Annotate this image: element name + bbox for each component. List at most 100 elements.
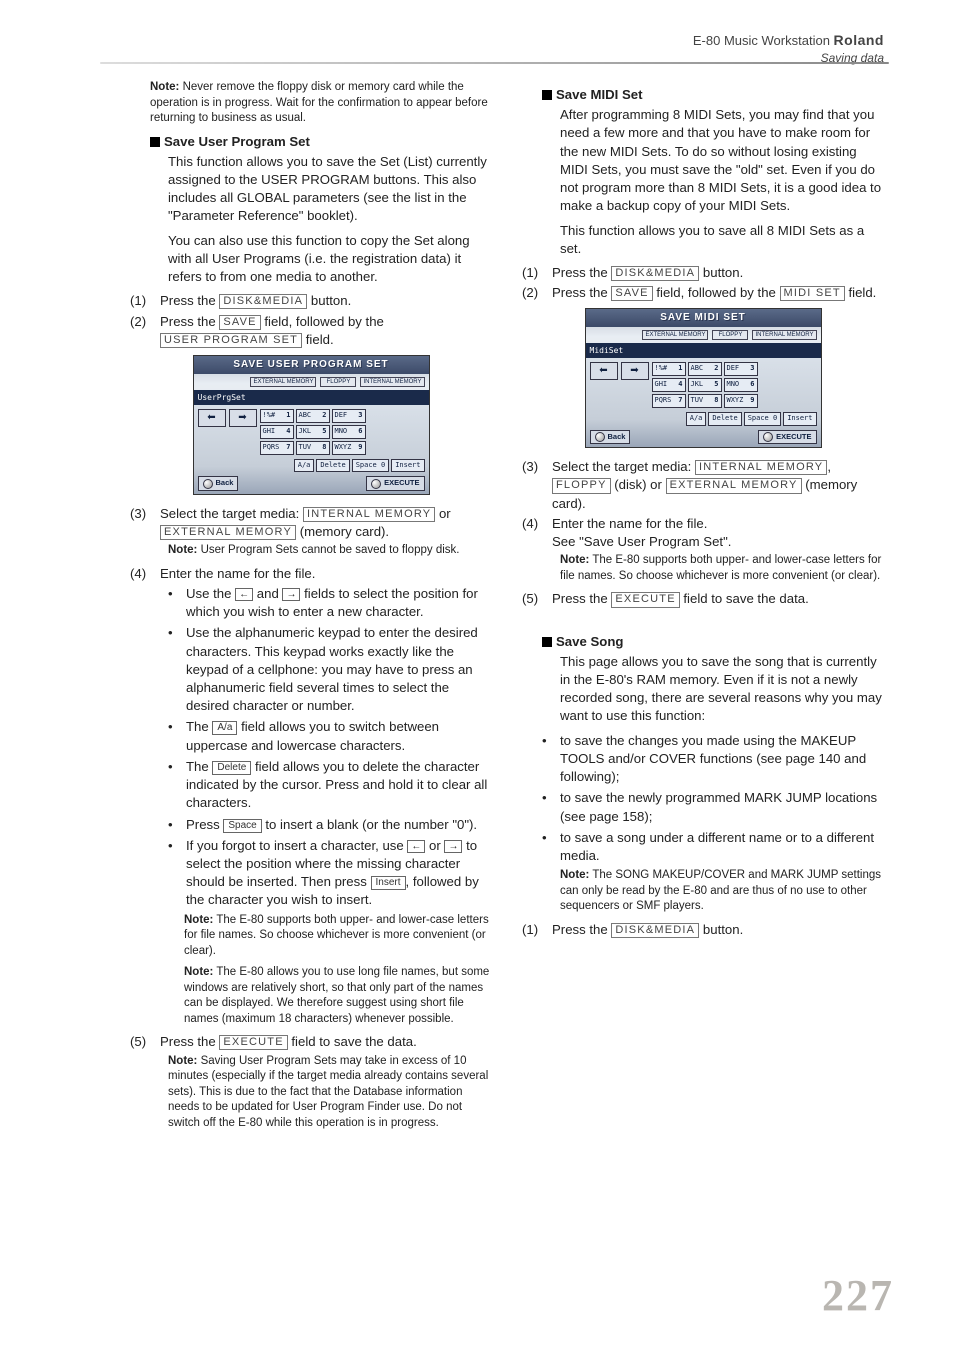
case-toggle-button[interactable]: A/a — [686, 412, 707, 426]
bullet-text: If you forgot to insert a character, use… — [186, 837, 492, 910]
step-1: (1) Press the DISK&MEDIA button. — [522, 264, 884, 282]
note-text: The E-80 supports both upper- and lower-… — [184, 914, 489, 957]
note-text: Saving User Program Sets may take in exc… — [168, 1055, 488, 1129]
arrow-right-button[interactable]: ➡ — [621, 362, 649, 380]
step-3: (3) Select the target media: INTERNAL ME… — [522, 458, 884, 513]
media-internal-memory[interactable]: INTERNAL MEMORY — [752, 330, 816, 340]
media-floppy[interactable]: FLOPPY — [320, 377, 356, 387]
heading-save-user-program-set: Save User Program Set — [130, 133, 492, 151]
keypad-key[interactable]: MNO6 — [332, 425, 366, 439]
keypad-key[interactable]: WXYZ9 — [724, 394, 758, 408]
step-4: (4) Enter the name for the file. See "Sa… — [522, 515, 884, 551]
note: Note: The E-80 supports both upper- and … — [522, 553, 884, 584]
note-text: The E-80 supports both upper- and lower-… — [560, 554, 881, 582]
execute-button[interactable]: EXECUTE — [758, 430, 816, 444]
alphanumeric-keypad: !%#1 ABC2 DEF3 GHI4 JKL5 MNO6 PQRS7 TUV8… — [652, 362, 758, 408]
bullet: • to save the changes you made using the… — [522, 732, 884, 787]
footer-row: Back EXECUTE — [194, 474, 429, 493]
bullet: • The A/a field allows you to switch bet… — [130, 718, 492, 754]
note: Note: The SONG MAKEUP/COVER and MARK JUM… — [522, 868, 884, 915]
media-external-memory[interactable]: EXTERNAL MEMORY — [250, 377, 316, 387]
bullet-dot: • — [168, 758, 178, 813]
arrow-left-button[interactable]: ⬅ — [590, 362, 618, 380]
step-4: (4) Enter the name for the file. — [130, 565, 492, 583]
bullet: • If you forgot to insert a character, u… — [130, 837, 492, 910]
space-button-label: Space — [223, 819, 261, 833]
keypad-key[interactable]: DEF3 — [332, 409, 366, 423]
note-text: The SONG MAKEUP/COVER and MARK JUMP sett… — [560, 869, 881, 912]
screenshot-title: SAVE USER PROGRAM SET — [194, 356, 429, 374]
delete-button[interactable]: Delete — [316, 459, 349, 473]
keypad-key[interactable]: ABC2 — [688, 362, 722, 376]
execute-button[interactable]: EXECUTE — [366, 476, 424, 490]
arrow-right-icon: → — [444, 840, 462, 853]
right-column: Save MIDI Set After programming 8 MIDI S… — [522, 80, 884, 1137]
keypad-key[interactable]: !%#1 — [260, 409, 294, 423]
note-label: Note: — [560, 869, 589, 881]
page-header: E-80 Music Workstation Roland Saving dat… — [693, 32, 884, 66]
step-number: (5) — [130, 1033, 152, 1051]
figure-save-user-program-set: SAVE USER PROGRAM SET EXTERNAL MEMORY FL… — [130, 355, 492, 495]
bullet: • Press Space to insert a blank (or the … — [130, 816, 492, 834]
bullet: • to save the newly programmed MARK JUMP… — [522, 789, 884, 825]
insert-button[interactable]: Insert — [783, 412, 816, 426]
media-floppy[interactable]: FLOPPY — [712, 330, 748, 340]
note-label: Note: — [184, 966, 213, 978]
space-button[interactable]: Space 0 — [744, 412, 782, 426]
arrow-right-button[interactable]: ➡ — [229, 409, 257, 427]
case-toggle-button[interactable]: A/a — [294, 459, 315, 473]
step-number: (4) — [522, 515, 544, 551]
keypad-key[interactable]: ABC2 — [296, 409, 330, 423]
media-internal-memory[interactable]: INTERNAL MEMORY — [360, 377, 424, 387]
delete-button-label: Delete — [212, 761, 251, 775]
floppy-button-label: FLOPPY — [552, 478, 611, 493]
keypad-key[interactable]: DEF3 — [724, 362, 758, 376]
paragraph: You can also use this function to copy t… — [130, 232, 492, 287]
save-button-label: SAVE — [611, 286, 652, 301]
bullet-dot: • — [542, 829, 552, 865]
bullet-text: to save the changes you made using the M… — [560, 732, 884, 787]
bullet-text: Press Space to insert a blank (or the nu… — [186, 816, 477, 834]
square-bullet-icon — [542, 637, 552, 647]
back-button[interactable]: Back — [198, 476, 239, 490]
note-label: Note: — [184, 914, 213, 926]
media-external-memory[interactable]: EXTERNAL MEMORY — [642, 330, 708, 340]
bullet: • The Delete field allows you to delete … — [130, 758, 492, 813]
keypad-key[interactable]: GHI4 — [260, 425, 294, 439]
keypad-key[interactable]: JKL5 — [688, 378, 722, 392]
keypad-key[interactable]: !%#1 — [652, 362, 686, 376]
back-button[interactable]: Back — [590, 430, 631, 444]
screenshot-title: SAVE MIDI SET — [586, 309, 821, 327]
step-number: (3) — [130, 505, 152, 541]
step-3: (3) Select the target media: INTERNAL ME… — [130, 505, 492, 541]
insert-button[interactable]: Insert — [391, 459, 424, 473]
step-number: (3) — [522, 458, 544, 513]
note: Note: The E-80 supports both upper- and … — [130, 913, 492, 960]
bullet: • Use the alphanumeric keypad to enter t… — [130, 624, 492, 715]
note-label: Note: — [560, 554, 589, 566]
keypad-key[interactable]: JKL5 — [296, 425, 330, 439]
keypad-key[interactable]: WXYZ9 — [332, 441, 366, 455]
keypad-key[interactable]: MNO6 — [724, 378, 758, 392]
keypad-key[interactable]: PQRS7 — [260, 441, 294, 455]
globe-icon — [203, 479, 213, 489]
keypad-area: ⬅ ➡ !%#1 ABC2 DEF3 GHI4 JKL5 MNO6 PQRS7 … — [194, 405, 429, 459]
bullet-text: The A/a field allows you to switch betwe… — [186, 718, 492, 754]
arrow-left-button[interactable]: ⬅ — [198, 409, 226, 427]
filename-field[interactable]: UserPrgSet — [194, 390, 429, 405]
step-text: Press the EXECUTE field to save the data… — [160, 1033, 417, 1051]
keypad-key[interactable]: PQRS7 — [652, 394, 686, 408]
space-button[interactable]: Space 0 — [352, 459, 390, 473]
keypad-key[interactable]: GHI4 — [652, 378, 686, 392]
keypad-key[interactable]: TUV8 — [688, 394, 722, 408]
bullet: • to save a song under a different name … — [522, 829, 884, 865]
edit-row: A/a Delete Space 0 Insert — [194, 459, 429, 475]
keypad-key[interactable]: TUV8 — [296, 441, 330, 455]
delete-button[interactable]: Delete — [708, 412, 741, 426]
product-name: E-80 Music Workstation — [693, 33, 830, 48]
heading-save-midi-set: Save MIDI Set — [522, 86, 884, 104]
note-text: The E-80 allows you to use long file nam… — [184, 966, 489, 1025]
filename-field[interactable]: MidiSet — [586, 343, 821, 358]
step-number: (2) — [130, 313, 152, 349]
step-number: (2) — [522, 284, 544, 302]
